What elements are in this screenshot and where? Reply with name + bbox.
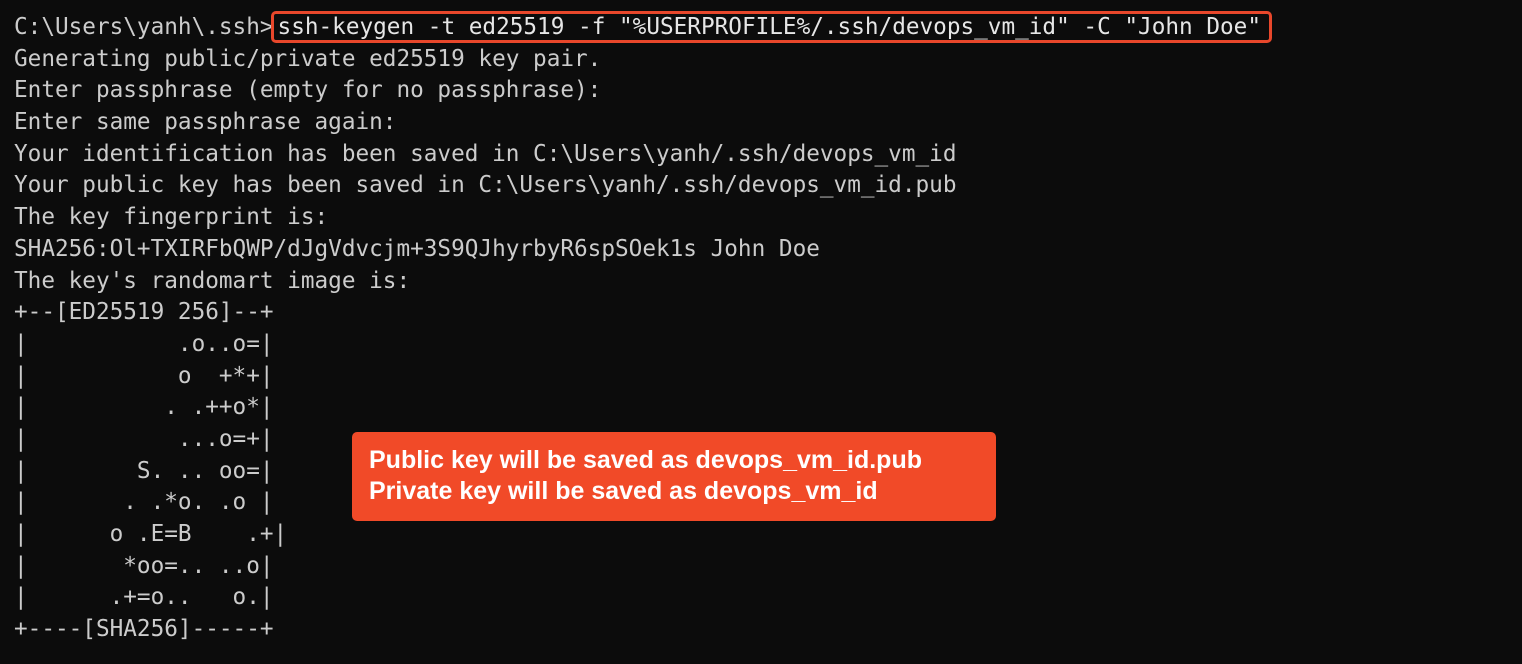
annotation-callout: Public key will be saved as devops_vm_id… xyxy=(352,432,996,521)
callout-public-key-text: Public key will be saved as devops_vm_id… xyxy=(369,446,922,474)
output-line: Enter same passphrase again: xyxy=(14,109,397,136)
randomart-line: | *oo=.. ..o| xyxy=(14,552,274,579)
randomart-line: | .+=o.. o.| xyxy=(14,584,274,611)
randomart-line: | .o..o=| xyxy=(14,330,274,357)
output-line: Enter passphrase (empty for no passphras… xyxy=(14,77,602,104)
terminal-window[interactable]: C:\Users\yanh\.ssh> ssh-keygen -t ed25519… xyxy=(0,0,1522,664)
command-line: C:\Users\yanh\.ssh> ssh-keygen -t ed25519… xyxy=(14,11,1522,44)
randomart-line: +--[ED25519 256]--+ xyxy=(14,299,274,326)
randomart-line: +----[SHA256]-----+ xyxy=(14,616,274,643)
randomart-line: | o .E=B .+| xyxy=(14,521,288,547)
randomart-line: | . .++o*| xyxy=(14,394,274,421)
output-line: The key's randomart image is: xyxy=(14,267,411,294)
output-line: The key fingerprint is: xyxy=(14,204,329,231)
output-line: Your public key has been saved in C:\Use… xyxy=(14,172,957,199)
output-line: Your identification has been saved in C:… xyxy=(14,140,957,167)
shell-prompt: C:\Users\yanh\.ssh> xyxy=(14,14,274,40)
randomart-line: | o +*+| xyxy=(14,362,274,389)
callout-private-key-text: Private key will be saved as devops_vm_i… xyxy=(369,477,878,505)
ssh-keygen-command: ssh-keygen -t ed25519 -f "%USERPROFILE%/… xyxy=(270,11,1272,43)
output-line: Generating public/private ed25519 key pa… xyxy=(14,45,602,72)
fingerprint-line: SHA256:Ol+TXIRFbQWP/dJgVdvcjm+3S9QJhyrby… xyxy=(14,235,820,262)
